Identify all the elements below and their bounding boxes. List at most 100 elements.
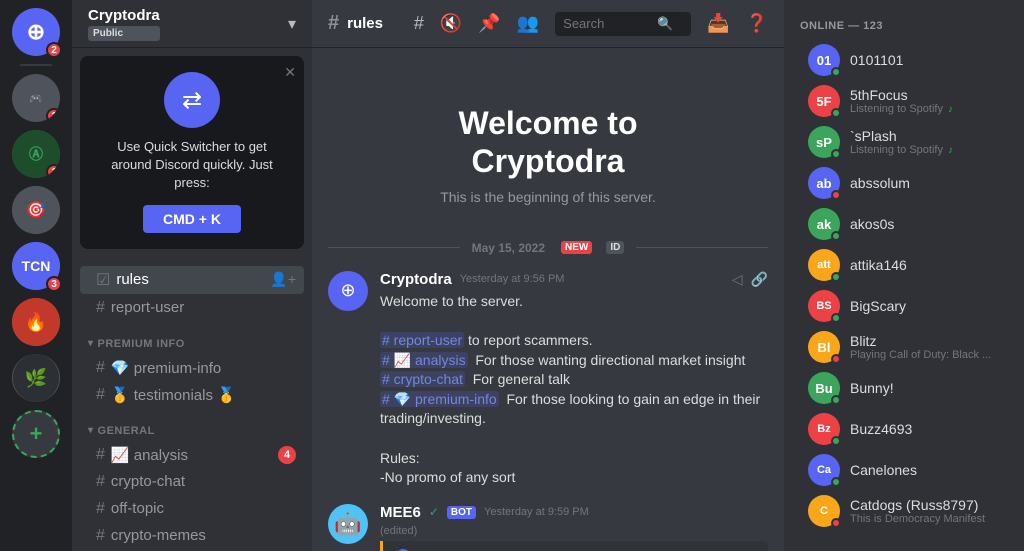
- member-bigscary[interactable]: BS BigScary: [792, 286, 1016, 326]
- member-buzz4693[interactable]: Bz Buzz4693: [792, 409, 1016, 449]
- mee6-avatar: 🤖: [328, 504, 368, 544]
- avatar-blitz: Bl: [808, 331, 840, 363]
- avatar-5thFocus: 5F: [808, 85, 840, 117]
- chat-header: # rules # 🔇 📌 👥 🔍 📥 ❓: [312, 0, 784, 48]
- cryptodra-message-text: Welcome to the server. # report-user to …: [380, 292, 768, 488]
- name-akos0s: akos0s: [850, 216, 1008, 232]
- channel-list: ☑ rules 👤+ # report-user PREMIUM INFO # …: [72, 257, 312, 551]
- info-bigscary: BigScary: [850, 298, 1008, 314]
- avatar-splash: sP: [808, 126, 840, 158]
- name-blitz: Blitz: [850, 333, 1008, 349]
- server-icon-5[interactable]: 🔥: [12, 298, 60, 346]
- message-header-mee6: MEE6 ✓ BOT Yesterday at 9:59 PM: [380, 504, 768, 521]
- category-premium-info[interactable]: PREMIUM INFO: [72, 322, 312, 354]
- mention-crypto-chat: # crypto-chat: [380, 371, 465, 387]
- info-splash: `sPlash Listening to Spotify ♪: [850, 128, 1008, 156]
- member-5thFocus[interactable]: 5F 5thFocus Listening to Spotify ♪: [792, 81, 1016, 121]
- search-box[interactable]: 🔍: [555, 12, 691, 36]
- name-attika146: attika146: [850, 257, 1008, 273]
- date-divider: May 15, 2022 NEW ID: [328, 241, 768, 255]
- hashtag-icon-analysis: #: [96, 446, 105, 464]
- channel-item-report-user[interactable]: # report-user: [80, 295, 304, 321]
- channel-item-analysis[interactable]: # 📈 analysis 4: [80, 442, 304, 468]
- member-0101101[interactable]: 01 0101101: [792, 40, 1016, 80]
- channel-item-testimonials[interactable]: # 🥇 testimonials 🥇: [80, 382, 304, 408]
- mention-report-user: # report-user: [380, 332, 464, 348]
- channel-item-off-topic[interactable]: # off-topic: [80, 496, 304, 522]
- member-attika146[interactable]: att attika146: [792, 245, 1016, 285]
- channel-item-rules[interactable]: ☑ rules 👤+: [80, 266, 304, 294]
- name-canelones: Canelones: [850, 462, 1008, 478]
- hashtag-icon-testimonials: #: [96, 386, 105, 404]
- hashtag-icon-rules: ☑: [96, 270, 110, 290]
- channel-name-premium: 💎 premium-info: [111, 359, 221, 377]
- hashtag-icon-report: #: [96, 299, 105, 317]
- id-badge: ID: [606, 241, 624, 254]
- members-header-icon[interactable]: 👥: [517, 13, 539, 34]
- name-0101101: 0101101: [850, 52, 1008, 68]
- member-bunny[interactable]: Bu Bunny!: [792, 368, 1016, 408]
- status-blitz: Playing Call of Duty: Black ...: [850, 349, 1008, 361]
- mee6-message-content: MEE6 ✓ BOT Yesterday at 9:59 PM (edited)…: [380, 504, 768, 551]
- member-abssolum[interactable]: ab abssolum: [792, 163, 1016, 203]
- server-icon-3[interactable]: 🎯: [12, 186, 60, 234]
- server-icon-4[interactable]: TCN 3: [12, 242, 60, 290]
- channel-item-crypto-chat[interactable]: # crypto-chat: [80, 469, 304, 495]
- server-divider: [20, 64, 52, 66]
- help-header-icon[interactable]: ❓: [746, 13, 768, 34]
- msg-icons-cryptodra: ◁ 🔗: [732, 271, 768, 288]
- info-blitz: Blitz Playing Call of Duty: Black ...: [850, 333, 1008, 361]
- mention-premium-info: # 💎 premium-info: [380, 391, 499, 407]
- name-abssolum: abssolum: [850, 175, 1008, 191]
- member-splash[interactable]: sP `sPlash Listening to Spotify ♪: [792, 122, 1016, 162]
- name-catdogs: Catdogs (Russ8797): [850, 497, 1008, 513]
- bot-badge: BOT: [447, 506, 476, 519]
- server-dropdown-icon: ▾: [288, 14, 296, 34]
- welcome-title: Welcome toCryptodra: [328, 104, 768, 181]
- avatar-bigscary: BS: [808, 290, 840, 322]
- inbox-header-icon[interactable]: 📥: [707, 13, 729, 34]
- mute-header-icon[interactable]: 🔇: [440, 13, 462, 34]
- name-buzz4693: Buzz4693: [850, 421, 1008, 437]
- member-catdogs[interactable]: C Catdogs (Russ8797) This is Democracy M…: [792, 491, 1016, 531]
- hashtag-header-icon[interactable]: #: [414, 13, 424, 34]
- analysis-badge: 4: [278, 446, 296, 464]
- add-server-button[interactable]: +: [12, 410, 60, 458]
- hashtag-icon-crypto-memes: #: [96, 527, 105, 545]
- discord-home-icon[interactable]: ⊕ 2: [12, 8, 60, 56]
- pin-header-icon[interactable]: 📌: [478, 13, 500, 34]
- channel-item-premium-info[interactable]: # 💎 premium-info: [80, 355, 304, 381]
- member-canelones[interactable]: Ca Canelones: [792, 450, 1016, 490]
- channel-item-crypto-memes[interactable]: # crypto-memes: [80, 523, 304, 549]
- avatar-abssolum: ab: [808, 167, 840, 199]
- category-general[interactable]: GENERAL: [72, 409, 312, 441]
- avatar-attika146: att: [808, 249, 840, 281]
- quick-switcher-shortcut[interactable]: CMD + K: [143, 205, 241, 233]
- name-bigscary: BigScary: [850, 298, 1008, 314]
- mention-analysis: # 📈 analysis: [380, 352, 468, 368]
- mee6-time: Yesterday at 9:59 PM: [484, 506, 589, 518]
- avatar-canelones: Ca: [808, 454, 840, 486]
- member-blitz[interactable]: Bl Blitz Playing Call of Duty: Black ...: [792, 327, 1016, 367]
- member-akos0s[interactable]: ak akos0s: [792, 204, 1016, 244]
- server-header[interactable]: Cryptodra Public ▾: [72, 0, 312, 48]
- main-chat: # rules # 🔇 📌 👥 🔍 📥 ❓ Welcome toCryptodr…: [312, 0, 784, 551]
- search-input[interactable]: [563, 16, 653, 31]
- server-name: Cryptodra: [88, 7, 160, 24]
- name-5thFocus: 5thFocus: [850, 87, 1008, 103]
- message-cryptodra: ⊕ Cryptodra Yesterday at 9:56 PM ◁ 🔗 Wel…: [328, 271, 768, 488]
- server-icon-1[interactable]: 🎮 1: [12, 74, 60, 122]
- info-bunny: Bunny!: [850, 380, 1008, 396]
- server-icon-2[interactable]: Ⓐ 1: [12, 130, 60, 178]
- server-icon-6[interactable]: 🌿: [12, 354, 60, 402]
- public-badge: Public: [88, 26, 160, 41]
- channel-name-report: report-user: [111, 299, 184, 316]
- cryptodra-author: Cryptodra: [380, 271, 452, 288]
- hashtag-icon-off-topic: #: [96, 500, 105, 518]
- info-0101101: 0101101: [850, 52, 1008, 68]
- badge-2: 1: [46, 164, 60, 178]
- quick-switcher-text: Use Quick Switcher to get around Discord…: [96, 138, 288, 193]
- new-badge: NEW: [561, 241, 592, 254]
- avatar-0101101: 01: [808, 44, 840, 76]
- quick-switcher-close[interactable]: ✕: [284, 64, 296, 81]
